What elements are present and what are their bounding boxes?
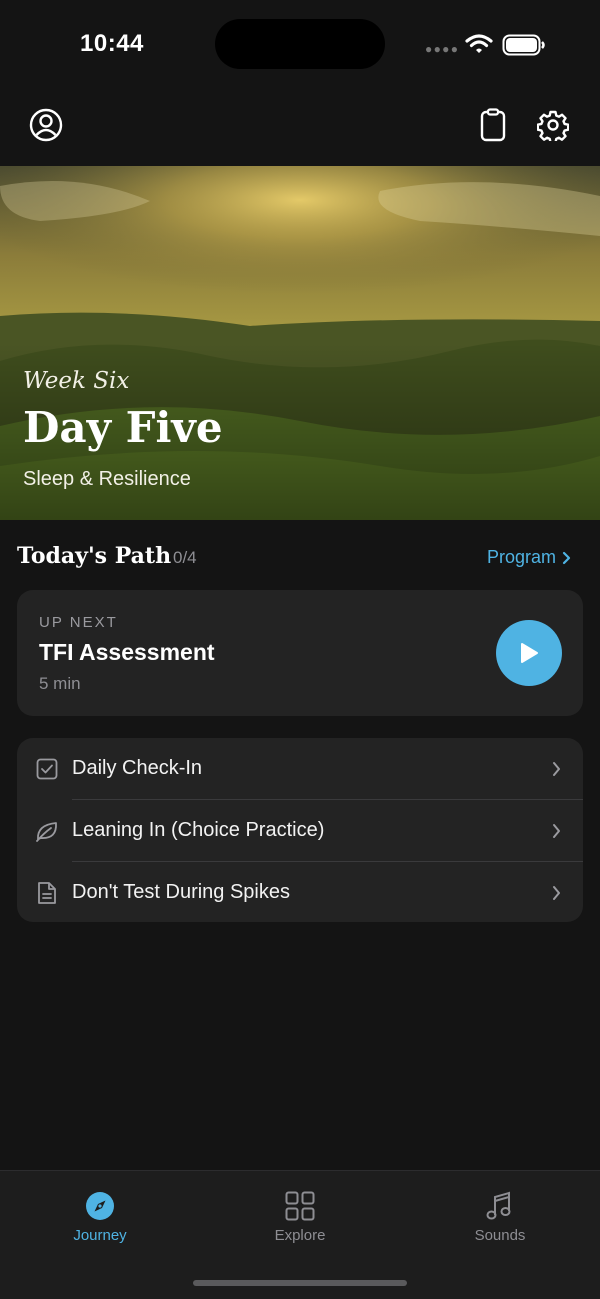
up-next-label: UP NEXT [39,614,118,631]
home-indicator [193,1280,407,1286]
up-next-title: TFI Assessment [39,639,215,665]
music-note-icon [486,1191,511,1220]
document-icon [35,881,59,905]
tab-journey[interactable]: Journey [40,1191,160,1244]
hero-week: Week Six [23,368,130,394]
grid-icon [285,1191,315,1221]
status-time: 10:44 [80,30,144,57]
chevron-right-icon [553,885,560,900]
tab-label: Journey [73,1227,127,1244]
clipboard-icon[interactable] [476,108,510,142]
battery-icon [502,34,546,61]
path-progress: 0/4 [173,548,197,567]
tab-label: Sounds [474,1227,526,1244]
landscape-image [0,166,600,520]
task-list: Daily Check-In Leaning In (Choice Practi… [17,738,583,922]
section-title: Today's Path [17,543,172,569]
hero-subtitle: Sleep & Resilience [23,468,191,490]
play-icon [521,643,538,663]
task-row-dont-test[interactable]: Don't Test During Spikes [17,862,583,922]
leaf-icon [35,819,59,843]
chevron-right-icon [553,761,560,776]
program-link[interactable]: Program [487,547,571,568]
chevron-right-icon [553,823,560,838]
task-label: Don't Test During Spikes [72,881,290,903]
gear-icon[interactable] [536,108,570,142]
tab-sounds[interactable]: Sounds [440,1191,560,1244]
task-label: Daily Check-In [72,757,203,779]
task-row-daily-check-in[interactable]: Daily Check-In [17,738,583,799]
task-row-leaning-in[interactable]: Leaning In (Choice Practice) [17,800,583,861]
wifi-icon [465,33,493,60]
up-next-card[interactable]: UP NEXT TFI Assessment 5 min [17,590,583,716]
dynamic-island [215,19,385,69]
cellular-signal-icon: ● ● ● ● [425,42,458,56]
status-bar: 10:44 ● ● ● ● [0,0,600,90]
tab-label: Explore [274,1227,326,1244]
chevron-right-icon [562,551,571,564]
profile-icon[interactable] [29,108,63,142]
program-link-label: Program [487,547,557,567]
up-next-duration: 5 min [39,674,81,693]
play-button[interactable] [496,620,562,686]
compass-icon [86,1192,114,1220]
tab-explore[interactable]: Explore [240,1191,360,1244]
task-label: Leaning In (Choice Practice) [72,819,325,841]
checkbox-icon [35,757,59,781]
hero-banner [0,166,600,520]
hero-day-title: Day Five [23,403,223,452]
